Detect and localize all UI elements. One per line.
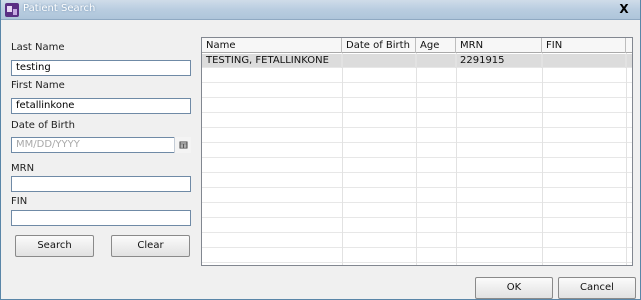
column-divider	[342, 53, 343, 265]
search-criteria-panel: Last Name testing First Name fetallinkon…	[1, 21, 199, 299]
fin-input[interactable]	[11, 210, 191, 226]
column-divider	[542, 53, 543, 265]
table-row[interactable]	[202, 189, 632, 203]
column-divider	[626, 53, 627, 265]
cell-fin	[542, 54, 626, 68]
dob-label: Date of Birth	[11, 120, 75, 131]
table-row[interactable]	[202, 204, 632, 218]
dob-input[interactable]: MM/DD/YYYY	[11, 137, 191, 153]
table-row[interactable]	[202, 174, 632, 188]
column-divider	[416, 53, 417, 265]
last-name-label: Last Name	[11, 42, 65, 53]
table-row[interactable]	[202, 144, 632, 158]
column-divider	[456, 53, 457, 265]
first-name-input[interactable]: fetallinkone	[11, 98, 191, 114]
cancel-button[interactable]: Cancel	[558, 277, 636, 299]
column-header-dob[interactable]: Date of Birth	[342, 38, 416, 53]
first-name-label: First Name	[11, 80, 65, 91]
ok-button[interactable]: OK	[475, 277, 553, 299]
cell-name: TESTING, FETALLINKONE	[202, 54, 342, 68]
mrn-label: MRN	[11, 163, 35, 174]
table-row[interactable]	[202, 159, 632, 173]
window-title: Patient Search	[23, 3, 96, 14]
app-icon	[5, 3, 19, 17]
table-row[interactable]	[202, 99, 632, 113]
column-header-fin[interactable]: FIN	[542, 38, 626, 53]
cell-dob	[342, 54, 416, 68]
table-row[interactable]	[202, 219, 632, 233]
last-name-input[interactable]: testing	[11, 60, 191, 76]
mrn-input[interactable]	[11, 176, 191, 192]
table-row[interactable]	[202, 249, 632, 263]
calendar-icon	[179, 141, 188, 149]
results-grid: Name Date of Birth Age MRN FIN TESTING, …	[201, 37, 633, 266]
patient-search-window: Patient Search X Last Name testing First…	[0, 0, 641, 300]
column-header-name[interactable]: Name	[202, 38, 342, 53]
fin-label: FIN	[11, 196, 28, 207]
table-row[interactable]	[202, 114, 632, 128]
table-row[interactable]	[202, 69, 632, 83]
table-row[interactable]	[202, 234, 632, 248]
clear-button[interactable]: Clear	[111, 235, 190, 257]
table-row[interactable]: TESTING, FETALLINKONE 2291915	[202, 54, 632, 68]
column-header-mrn[interactable]: MRN	[456, 38, 542, 53]
calendar-button[interactable]	[174, 137, 191, 153]
cell-age	[416, 54, 456, 68]
column-header-age[interactable]: Age	[416, 38, 456, 53]
table-row[interactable]	[202, 129, 632, 143]
close-button[interactable]: X	[614, 1, 634, 17]
grid-header: Name Date of Birth Age MRN FIN	[202, 38, 632, 53]
search-button[interactable]: Search	[15, 235, 94, 257]
table-row[interactable]	[202, 84, 632, 98]
cell-mrn: 2291915	[456, 54, 542, 68]
title-bar[interactable]: Patient Search X	[1, 0, 640, 20]
